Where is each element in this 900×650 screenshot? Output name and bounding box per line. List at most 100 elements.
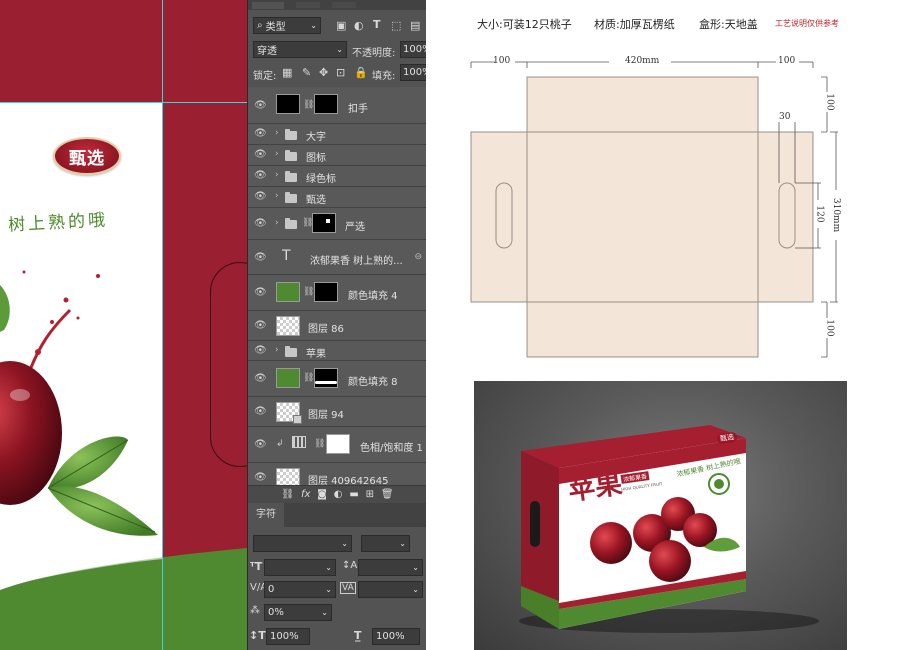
character-tabs[interactable]: 字符	[248, 503, 426, 527]
design-canvas[interactable]: 甄选 树上熟的哦	[0, 0, 247, 650]
horizontal-scale-value: 100%	[376, 631, 405, 642]
layer-list[interactable]: 👁 ⛓ 扣手 👁 › 大字 👁 › 图标 👁 › 绿色标 👁 › 甄选 👁 › …	[248, 87, 426, 493]
chevron-right-icon[interactable]: ›	[275, 149, 279, 159]
lock-transparent-icon[interactable]: ▦	[282, 66, 292, 79]
layer-row[interactable]: 👁 T 浓郁果香 树上熟的... ⊖	[248, 240, 426, 275]
add-mask-icon[interactable]: ◙	[317, 489, 327, 500]
layer-row[interactable]: 👁 › 甄选	[248, 187, 426, 208]
layer-row[interactable]: 👁 › 大字	[248, 124, 426, 145]
folder-icon	[285, 171, 297, 182]
fill-input[interactable]: 100%	[400, 64, 426, 81]
eye-icon[interactable]: 👁	[254, 345, 267, 356]
chevron-right-icon[interactable]: ›	[275, 170, 279, 180]
eye-icon[interactable]: 👁	[254, 149, 267, 160]
bottom-flap	[526, 301, 759, 358]
layer-row[interactable]: 👁 ⛓ 颜色填充 8	[248, 361, 426, 397]
layer-row[interactable]: 👁 › 图标	[248, 145, 426, 166]
horizontal-scale-field[interactable]: 100%	[372, 628, 420, 645]
lock-position-icon[interactable]: ✥	[319, 66, 328, 79]
eye-icon[interactable]: 👁	[254, 100, 267, 111]
layer-row[interactable]: 👁 › 绿色标	[248, 166, 426, 187]
layer-thumbnail	[276, 282, 300, 302]
image-filter-icon[interactable]: ▣	[336, 19, 346, 32]
layer-row[interactable]: 👁 图层 94	[248, 397, 426, 427]
box-mockup-photo: 甄选 苹果 浓郁果香 HIGH QUALITY FRUIT 浓郁果香 树上熟的哦	[474, 381, 847, 650]
leading-field[interactable]: ⌄	[358, 559, 423, 576]
mockup-title: 苹果	[566, 468, 625, 507]
folder-icon	[285, 150, 297, 161]
chevron-right-icon[interactable]: ›	[275, 218, 279, 228]
trash-icon[interactable]: 🗑	[381, 489, 394, 500]
layer-name: 图标	[306, 153, 326, 164]
eye-icon[interactable]: 👁	[254, 320, 267, 331]
shape-filter-icon[interactable]: ⬚	[391, 19, 401, 32]
layer-row[interactable]: 👁 › 苹果	[248, 341, 426, 361]
eye-icon[interactable]: 👁	[254, 373, 267, 384]
layer-thumbnail	[276, 368, 300, 388]
chevron-right-icon[interactable]: ›	[275, 128, 279, 138]
eye-icon[interactable]: 👁	[254, 439, 267, 450]
vertical-scale-icon: ↕T	[249, 629, 266, 642]
eye-icon[interactable]: 👁	[254, 472, 267, 483]
eye-icon[interactable]: 👁	[254, 191, 267, 202]
new-group-icon[interactable]: ▬	[349, 489, 358, 500]
chevron-down-icon: ⌄	[412, 585, 419, 594]
eye-icon[interactable]: 👁	[254, 406, 267, 417]
eye-icon[interactable]: 👁	[254, 287, 267, 298]
new-adjustment-icon[interactable]: ◐	[334, 489, 343, 500]
tsume-field[interactable]: 0% ⌄	[264, 604, 332, 621]
layer-row[interactable]: 👁 ↲ ⛓ 色相/饱和度 1	[248, 427, 426, 463]
tab-paths[interactable]	[332, 2, 356, 8]
leaf-left	[0, 285, 10, 332]
guide-horizontal[interactable]	[0, 102, 247, 103]
tracking-field[interactable]: ⌄	[358, 581, 423, 598]
hue-saturation-icon	[292, 436, 306, 448]
kerning-field[interactable]: 0 ⌄	[264, 581, 336, 598]
lock-artboard-icon[interactable]: ⊡	[336, 66, 345, 79]
eye-icon[interactable]: 👁	[254, 128, 267, 139]
fill-value: 100%	[403, 67, 426, 78]
lock-all-icon[interactable]: 🔒	[354, 66, 368, 79]
font-size-field[interactable]: ⌄	[264, 559, 336, 576]
layer-row[interactable]: 👁 图层 86	[248, 311, 426, 341]
vertical-scale-field[interactable]: 100%	[266, 628, 310, 645]
layer-name: 图层 86	[308, 324, 344, 335]
layer-row[interactable]: 👁 ⛓ 扣手	[248, 87, 426, 124]
type-filter-icon[interactable]: T	[373, 18, 381, 31]
guide-vertical[interactable]	[162, 0, 163, 650]
filter-label: 类型	[265, 22, 286, 33]
eye-icon[interactable]: 👁	[254, 218, 267, 229]
eye-icon[interactable]: 👁	[254, 252, 267, 263]
chevron-right-icon[interactable]: ›	[275, 191, 279, 201]
opacity-input[interactable]: 100%	[400, 41, 426, 58]
font-style-dropdown[interactable]: ⌄	[361, 535, 410, 552]
font-family-dropdown[interactable]: ⌄	[253, 535, 352, 552]
layers-panel[interactable]: ⌕ 类型 ⌄ ▣ ◐ T ⬚ ▤ 穿透 ⌄ 不透明度: 100% 锁定: ▦ ✎…	[247, 0, 426, 650]
tab-character[interactable]: 字符	[248, 503, 284, 527]
adjustment-filter-icon[interactable]: ◐	[354, 19, 364, 32]
chevron-down-icon: ⌄	[341, 539, 348, 548]
folder-icon	[285, 192, 297, 203]
smart-object-filter-icon[interactable]: ▤	[410, 19, 420, 32]
link-layers-icon[interactable]: ⛓	[281, 489, 294, 500]
layer-row[interactable]: 👁 › ⛓ 严选	[248, 208, 426, 240]
lock-image-icon[interactable]: ✎	[302, 66, 311, 79]
chevron-right-icon[interactable]: ›	[275, 345, 279, 355]
new-layer-icon[interactable]: ⊞	[366, 489, 374, 500]
layer-name: 颜色填充 4	[348, 291, 398, 302]
box-handle	[530, 501, 540, 547]
blend-mode-dropdown[interactable]: 穿透 ⌄	[253, 41, 347, 58]
badge-zhenxuan: 甄选	[53, 137, 121, 175]
panel-tabs[interactable]	[248, 0, 426, 10]
top-flap	[526, 76, 759, 133]
tab-layers[interactable]	[252, 1, 284, 9]
eye-icon[interactable]: 👁	[254, 170, 267, 181]
dim-height: 310mm	[831, 197, 842, 233]
layer-row[interactable]: 👁 ⛓ 颜色填充 4	[248, 275, 426, 311]
layer-filter-dropdown[interactable]: ⌕ 类型 ⌄	[253, 17, 321, 34]
tab-channels[interactable]	[296, 2, 320, 8]
chevron-down-icon: ⌄	[325, 563, 332, 572]
layer-thumbnail	[276, 94, 300, 114]
fx-icon[interactable]: fx	[301, 489, 310, 500]
layer-name: 严选	[345, 222, 365, 233]
